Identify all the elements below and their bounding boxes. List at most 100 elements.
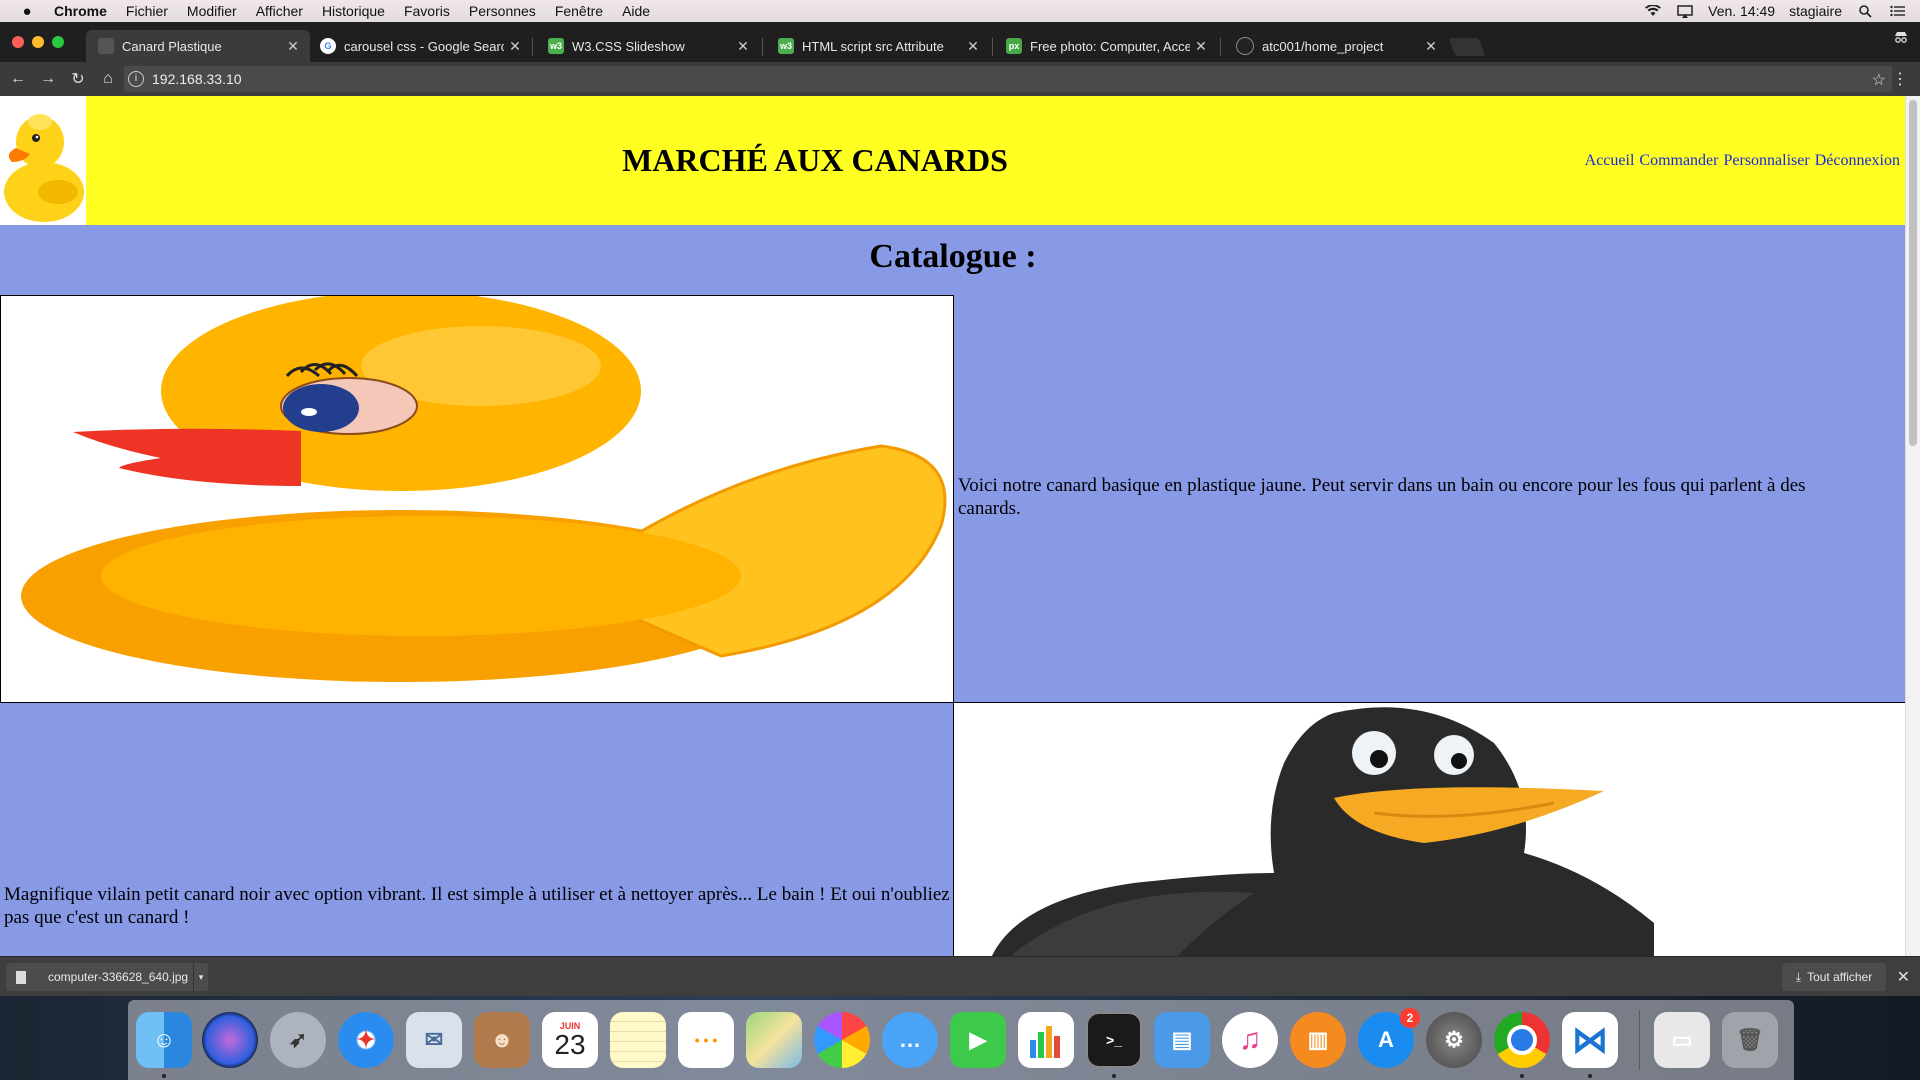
macos-dock: ☺ ➶ ✦ ✉ ☻ JUIN 23 • • • … ▶ >_ ▤ ♫ ▥ A 2… — [128, 1000, 1794, 1080]
launchpad-icon[interactable]: ➶ — [270, 1012, 326, 1068]
reload-icon[interactable]: ↻ — [64, 69, 92, 89]
close-tab-icon[interactable]: ✕ — [1420, 38, 1442, 55]
apple-menu-icon[interactable]: ● — [16, 3, 38, 20]
site-header: MARCHÉ AUX CANARDS Accueil Commander Per… — [0, 96, 1906, 225]
keynote-icon[interactable]: ▤ — [1154, 1012, 1210, 1068]
forward-arrow-icon[interactable]: → — [34, 70, 62, 88]
nav-link-accueil[interactable]: Accueil — [1585, 152, 1635, 170]
spotlight-search-icon[interactable] — [1856, 4, 1874, 18]
tab-canard-plastique[interactable]: Canard Plastique ✕ — [86, 30, 310, 62]
page-icon — [98, 38, 114, 54]
download-item[interactable]: computer-336628_640.jpg ▾ — [6, 963, 208, 991]
maps-icon[interactable] — [746, 1012, 802, 1068]
catalogue-heading: Catalogue : — [869, 238, 1037, 275]
tab-free-photo[interactable]: px Free photo: Computer, Access ✕ — [994, 30, 1218, 62]
new-tab-button[interactable] — [1448, 38, 1486, 56]
tab-separator — [762, 38, 763, 56]
menu-personnes[interactable]: Personnes — [469, 3, 536, 19]
file-icon — [16, 970, 26, 984]
tab-carousel-css[interactable]: G carousel css - Google Search ✕ — [308, 30, 532, 62]
facetime-icon[interactable]: ▶ — [950, 1012, 1006, 1068]
menu-fenetre[interactable]: Fenêtre — [555, 3, 603, 19]
nav-link-commander[interactable]: Commander — [1639, 152, 1718, 170]
contacts-icon[interactable]: ☻ — [474, 1012, 530, 1068]
ibooks-icon[interactable]: ▥ — [1290, 1012, 1346, 1068]
menu-afficher[interactable]: Afficher — [256, 3, 303, 19]
siri-icon[interactable] — [202, 1012, 258, 1068]
page-viewport: MARCHÉ AUX CANARDS Accueil Commander Per… — [0, 96, 1920, 956]
close-tab-icon[interactable]: ✕ — [1190, 38, 1212, 55]
clock[interactable]: Ven. 14:49 — [1708, 3, 1775, 19]
close-window-button[interactable] — [12, 36, 24, 48]
show-all-label: Tout afficher — [1807, 970, 1873, 984]
home-icon[interactable]: ⌂ — [94, 70, 122, 88]
running-indicator — [1588, 1074, 1592, 1078]
tab-title: atc001/home_project — [1262, 38, 1384, 54]
chevron-down-icon[interactable]: ▾ — [193, 963, 208, 991]
w3schools-icon: w3 — [778, 38, 794, 54]
tab-title: HTML script src Attribute — [802, 38, 944, 54]
site-title: MARCHÉ AUX CANARDS — [622, 142, 1008, 178]
page-scrollbar[interactable] — [1905, 96, 1920, 956]
black-duck-image — [953, 702, 1906, 956]
site-nav: Accueil Commander Personnaliser Déconnex… — [1585, 152, 1900, 170]
terminal-icon[interactable]: >_ — [1086, 1012, 1142, 1068]
running-indicator — [1520, 1074, 1524, 1078]
close-tab-icon[interactable]: ✕ — [504, 38, 526, 55]
finder-icon[interactable]: ☺ — [136, 1012, 192, 1068]
trash-icon[interactable]: 🗑 — [1722, 1012, 1778, 1068]
nav-link-deconnexion[interactable]: Déconnexion — [1815, 152, 1900, 170]
messages-icon[interactable]: … — [882, 1012, 938, 1068]
tab-title: carousel css - Google Search — [344, 38, 504, 54]
tab-title: Canard Plastique — [122, 38, 222, 54]
back-arrow-icon[interactable]: ← — [4, 70, 32, 88]
calendar-day: 23 — [554, 1029, 586, 1060]
browser-tab-strip: Canard Plastique ✕ G carousel css - Goog… — [0, 22, 1920, 62]
menu-favoris[interactable]: Favoris — [404, 3, 450, 19]
close-shelf-icon[interactable]: ✕ — [1897, 967, 1910, 987]
mail-icon[interactable]: ✉ — [406, 1012, 462, 1068]
running-indicator — [162, 1074, 166, 1078]
incognito-profile-icon[interactable] — [1894, 30, 1908, 47]
info-icon[interactable]: i — [128, 71, 144, 87]
photos-icon[interactable] — [814, 1012, 870, 1068]
airplay-icon[interactable] — [1676, 4, 1694, 18]
safari-icon[interactable]: ✦ — [338, 1012, 394, 1068]
scrollbar-thumb[interactable] — [1909, 100, 1917, 446]
yellow-duck-description: Voici notre canard basique en plastique … — [958, 475, 1806, 519]
menu-historique[interactable]: Historique — [322, 3, 385, 19]
numbers-icon[interactable] — [1018, 1012, 1074, 1068]
wifi-icon[interactable] — [1644, 4, 1662, 18]
download-icon: ⤓ — [1795, 969, 1802, 984]
reminders-icon[interactable]: • • • — [678, 1012, 734, 1068]
minimize-window-button[interactable] — [32, 36, 44, 48]
vscode-icon[interactable]: ⋈ — [1562, 1012, 1618, 1068]
address-bar[interactable]: i 192.168.33.10 — [124, 66, 1892, 92]
url-text[interactable]: 192.168.33.10 — [152, 71, 242, 87]
notes-icon[interactable] — [610, 1012, 666, 1068]
bookmark-star-icon[interactable]: ☆ — [1872, 70, 1886, 90]
user-name[interactable]: stagiaire — [1789, 3, 1842, 19]
notification-center-icon[interactable] — [1888, 4, 1906, 18]
nav-link-personnaliser[interactable]: Personnaliser — [1723, 152, 1809, 170]
calendar-icon[interactable]: JUIN 23 — [542, 1012, 598, 1068]
tab-separator — [1220, 38, 1221, 56]
close-tab-icon[interactable]: ✕ — [962, 38, 984, 55]
show-all-downloads-button[interactable]: ⤓ Tout afficher — [1782, 963, 1886, 991]
downloads-stack-icon[interactable]: ▭ — [1654, 1012, 1710, 1068]
close-tab-icon[interactable]: ✕ — [732, 38, 754, 55]
chrome-menu-icon[interactable]: ⋮ — [1892, 69, 1908, 89]
itunes-icon[interactable]: ♫ — [1222, 1012, 1278, 1068]
close-tab-icon[interactable]: ✕ — [282, 38, 304, 55]
menu-app-name[interactable]: Chrome — [54, 3, 107, 19]
tab-github-home-project[interactable]: atc001/home_project ✕ — [1224, 30, 1448, 62]
github-icon — [1236, 37, 1254, 55]
menu-aide[interactable]: Aide — [622, 3, 650, 19]
tab-w3css-slideshow[interactable]: w3 W3.CSS Slideshow ✕ — [536, 30, 760, 62]
menu-fichier[interactable]: Fichier — [126, 3, 168, 19]
tab-html-script-src[interactable]: w3 HTML script src Attribute ✕ — [766, 30, 990, 62]
menu-modifier[interactable]: Modifier — [187, 3, 237, 19]
chrome-icon[interactable] — [1494, 1012, 1550, 1068]
fullscreen-window-button[interactable] — [52, 36, 64, 48]
system-preferences-icon[interactable]: ⚙ — [1426, 1012, 1482, 1068]
